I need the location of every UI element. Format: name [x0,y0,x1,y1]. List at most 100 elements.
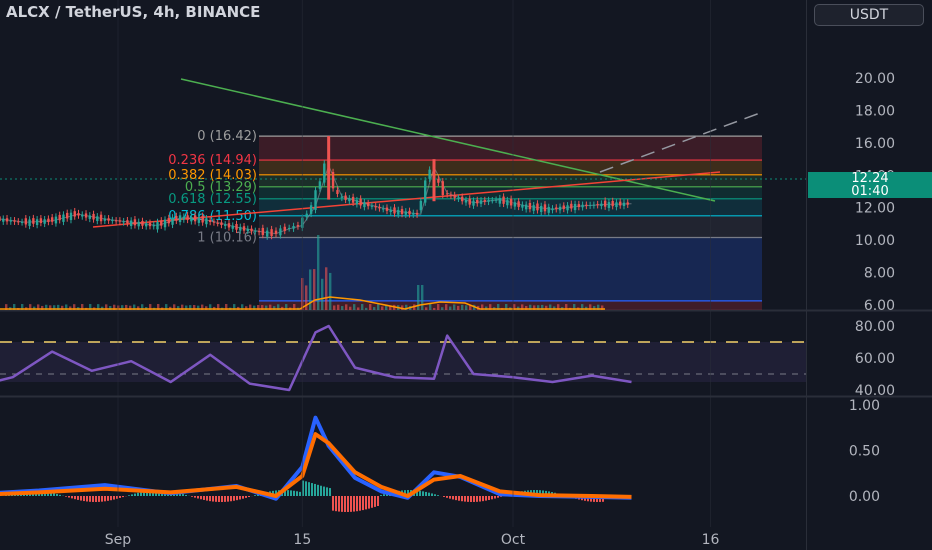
macd-histogram-bar [455,496,457,501]
volume-bar [353,304,356,310]
macd-histogram-bar [212,496,214,502]
macd-histogram-bar [458,496,460,501]
candle-body [483,200,486,202]
macd-histogram-bar [464,496,466,502]
volume-bar [365,307,368,310]
candle-body [274,230,278,234]
macd-histogram-bar [107,496,109,501]
volume-bar [461,304,464,310]
candle-body [283,226,286,231]
candle-body [160,220,163,226]
macd-histogram-bar [131,494,133,496]
fib-zone-2 [259,174,762,187]
macd-histogram-bar [341,496,343,512]
fib-level-label: 0.618 (12.55) [168,192,257,207]
macd-histogram-bar [317,484,319,496]
macd-histogram-bar [92,496,94,502]
candle-body [437,178,440,183]
macd-axis-tick: 1.00 [849,398,880,414]
candle-body [331,172,335,189]
candle-body [370,205,374,207]
volume-bar [465,305,468,310]
macd-histogram-bar [71,496,73,499]
macd-histogram-bar [482,496,484,502]
macd-histogram-bar [74,496,76,500]
candle-body [266,230,269,237]
candle-body [449,194,453,196]
candle-body [536,203,539,211]
macd-histogram-bar [437,495,439,496]
candle-body [441,181,444,196]
macd-histogram-bar [344,496,346,512]
candle-body [532,205,535,211]
candle-body [528,202,532,210]
candle-body [107,218,110,221]
candle-body [205,218,208,225]
macd-histogram-bar [224,496,226,502]
candle-body [190,217,193,222]
macd-histogram-bar [122,496,124,498]
candle-body [543,204,547,212]
macd-histogram-bar [449,496,451,499]
volume-bar [429,304,432,310]
macd-histogram-bar [98,496,100,502]
macd-histogram-bar [305,481,307,496]
macd-histogram-bar [239,496,241,500]
candle-body [570,203,573,209]
candle-body [555,207,558,210]
macd-histogram-bar [227,496,229,502]
candle-body [374,206,377,208]
candle-body [540,205,543,212]
macd-histogram-bar [200,496,202,500]
volume-bar [325,267,328,310]
candle-body [498,198,502,204]
macd-histogram-bar [248,496,250,497]
candle-body [126,220,129,224]
candle-body [235,224,238,230]
currency-button[interactable]: USDT [814,4,924,26]
macd-histogram-bar [80,496,82,501]
candle-body [491,200,494,202]
macd-histogram-bar [209,496,211,502]
macd-histogram-bar [446,496,448,498]
macd-histogram-bar [353,496,355,512]
candle-body [562,205,565,209]
macd-histogram-bar [347,496,349,512]
candle-body [445,193,449,195]
candle-body [20,221,24,223]
candle-body [566,205,569,211]
candle-body [24,218,28,225]
candle-body [250,228,253,232]
macd-histogram-bar [83,496,85,502]
candle-body [611,201,614,207]
chart-canvas[interactable]: 0 (16.42)0.236 (14.94)0.382 (14.03)0.5 (… [0,0,932,550]
candle-body [385,207,389,211]
candle-body [99,214,103,222]
candle-body [182,216,186,220]
candle-body [137,221,140,227]
candle-body [558,206,562,211]
macd-histogram-bar [461,496,463,502]
candle-body [585,204,588,206]
macd-histogram-bar [290,490,292,496]
time-axis-tick: 16 [702,532,720,548]
macd-histogram-bar [119,496,121,498]
macd-histogram-bar [443,496,445,497]
candle-body [506,200,509,206]
candle-body [521,204,524,208]
fib-retracement: 0 (16.42)0.236 (14.94)0.382 (14.03)0.5 (… [168,129,762,310]
macd-histogram-bar [287,490,289,496]
candle-body [17,221,20,223]
macd-histogram-bar [479,496,481,502]
macd-histogram-bar [77,496,79,500]
macd-histogram-bar [485,496,487,501]
candle-body [419,200,423,211]
candle-body [193,215,197,222]
macd-histogram-bar [104,496,106,502]
price-axis-tick: 6.00 [864,298,895,314]
macd-histogram-bar [422,491,424,496]
candle-body [208,219,212,222]
fib-zone-1 [259,160,762,175]
volume-bar [445,304,448,310]
fib-level-label: 0.236 (14.94) [168,153,257,168]
